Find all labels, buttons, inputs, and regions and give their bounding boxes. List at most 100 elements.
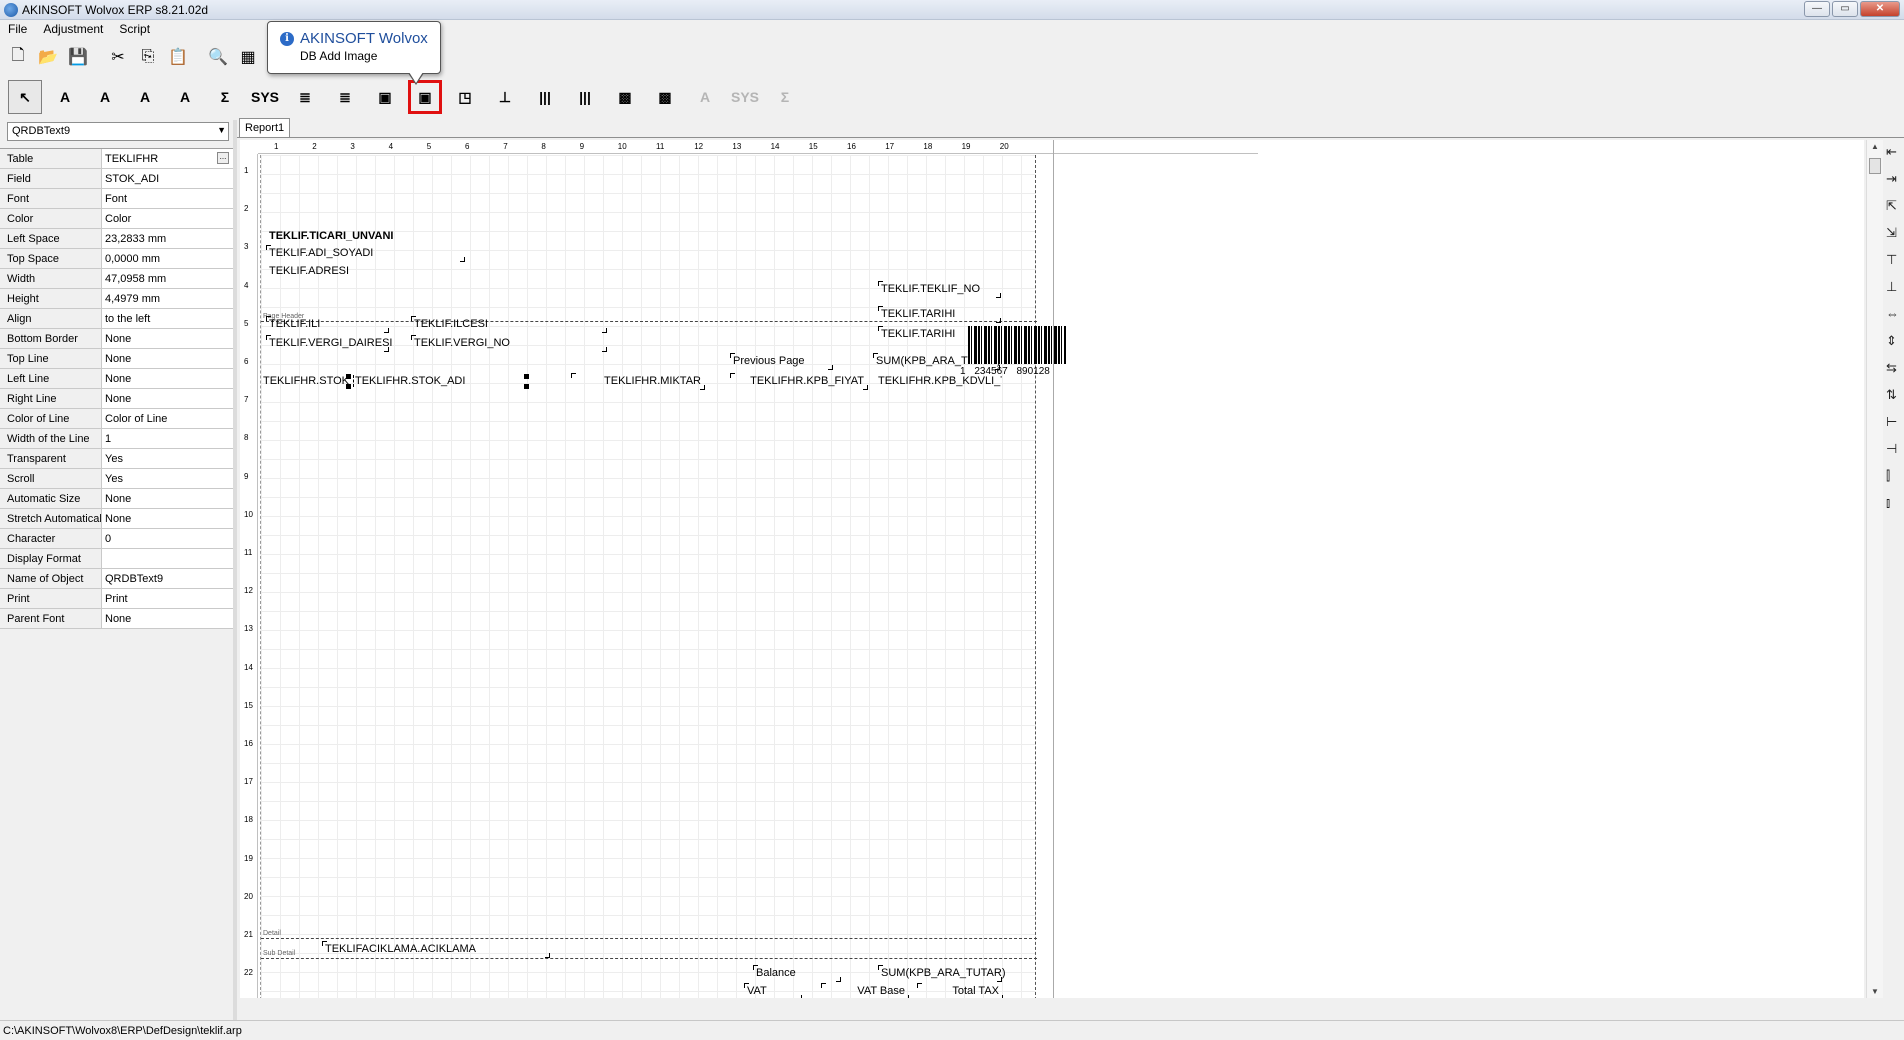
- property-value[interactable]: Yes: [102, 469, 233, 488]
- field-vergi-no[interactable]: TEKLIF.VERGI_NO: [411, 335, 607, 352]
- property-row[interactable]: Table TEKLIFHR...: [0, 149, 233, 169]
- property-value[interactable]: Yes: [102, 449, 233, 468]
- menu-adjustment[interactable]: Adjustment: [35, 20, 111, 39]
- report-page[interactable]: Page Header Detail Sub Detail TEKLIF.TIC…: [260, 155, 1037, 998]
- vertical-scrollbar[interactable]: ▲ ▼: [1866, 140, 1883, 998]
- field-total-tax[interactable]: Total TAX: [917, 983, 1003, 998]
- field-adresi[interactable]: TEKLIF.ADRESI: [268, 265, 349, 277]
- image-tool[interactable]: ▣: [368, 80, 402, 114]
- property-row[interactable]: Right Line None: [0, 389, 233, 409]
- property-row[interactable]: Scroll Yes: [0, 469, 233, 489]
- rich-text-tool[interactable]: A: [128, 80, 162, 114]
- field-balance[interactable]: Balance: [753, 965, 841, 982]
- copy-icon[interactable]: ⎘: [134, 43, 162, 71]
- db-barcode-tool[interactable]: |||: [568, 80, 602, 114]
- property-row[interactable]: Height 4,4979 mm: [0, 289, 233, 309]
- cut-icon[interactable]: ✂: [104, 43, 132, 71]
- field-aciklama[interactable]: TEKLIFACIKLAMA.ACIKLAMA: [322, 941, 550, 958]
- db-dm-barcode-tool[interactable]: ▩: [648, 80, 682, 114]
- align-tool-icon[interactable]: ⇤: [1886, 144, 1897, 160]
- property-value[interactable]: None: [102, 389, 233, 408]
- report-design-surface[interactable]: 1 2 3 4 5 6 7 8 9 10 11 12 13 14 15 16 17 18 19 20 12345678…: [240, 140, 1864, 998]
- selection-handle[interactable]: [524, 384, 529, 389]
- barcode-tool[interactable]: |||: [528, 80, 562, 114]
- expression-tool[interactable]: Σ: [208, 80, 242, 114]
- line-tool[interactable]: ⊥: [488, 80, 522, 114]
- property-row[interactable]: Width of the Line 1: [0, 429, 233, 449]
- property-value[interactable]: None: [102, 489, 233, 508]
- property-row[interactable]: Name of Object QRDBText9: [0, 569, 233, 589]
- field-stok-adi[interactable]: TEKLIFHR.STOK_ADI: [353, 375, 531, 387]
- property-value[interactable]: None: [102, 609, 233, 628]
- align-tool-icon[interactable]: ⫿: [1886, 468, 1890, 484]
- save-icon[interactable]: 💾: [64, 43, 92, 71]
- db-image-tool[interactable]: ▣: [408, 80, 442, 114]
- property-row[interactable]: Bottom Border None: [0, 329, 233, 349]
- selection-handle[interactable]: [346, 384, 351, 389]
- property-row[interactable]: Print Print: [0, 589, 233, 609]
- field-stok[interactable]: TEKLIFHR.STOK: [262, 375, 349, 387]
- preview-icon[interactable]: 🔍: [204, 43, 232, 71]
- align-tool-icon[interactable]: ⫾: [1886, 495, 1890, 511]
- text-tool[interactable]: A: [48, 80, 82, 114]
- db-memo-tool[interactable]: ≣: [328, 80, 362, 114]
- selection-handle[interactable]: [524, 374, 529, 379]
- property-row[interactable]: Left Space 23,2833 mm: [0, 229, 233, 249]
- property-value[interactable]: QRDBText9: [102, 569, 233, 588]
- property-value[interactable]: 0,0000 mm: [102, 249, 233, 268]
- close-button[interactable]: ✕: [1860, 1, 1900, 17]
- field-vat[interactable]: VAT: [744, 983, 802, 998]
- property-row[interactable]: Transparent Yes: [0, 449, 233, 469]
- open-icon[interactable]: 📂: [34, 43, 62, 71]
- property-row[interactable]: Automatic Size None: [0, 489, 233, 509]
- field-kpb-fiyat[interactable]: TEKLIFHR.KPB_FIYAT: [730, 373, 868, 390]
- ellipsis-button[interactable]: ...: [217, 152, 229, 164]
- paste-icon[interactable]: 📋: [164, 43, 192, 71]
- property-row[interactable]: Width 47,0958 mm: [0, 269, 233, 289]
- selection-handle[interactable]: [346, 374, 351, 379]
- field-ticari-unvani[interactable]: TEKLIF.TICARI_UNVANI: [268, 230, 393, 242]
- property-value[interactable]: None: [102, 509, 233, 528]
- property-value[interactable]: TEKLIFHR...: [102, 149, 233, 168]
- property-value[interactable]: STOK_ADI: [102, 169, 233, 188]
- property-value[interactable]: None: [102, 349, 233, 368]
- property-row[interactable]: Color of Line Color of Line: [0, 409, 233, 429]
- align-tool-icon[interactable]: ⇕: [1886, 333, 1897, 349]
- property-value[interactable]: to the left: [102, 309, 233, 328]
- property-value[interactable]: Color of Line: [102, 409, 233, 428]
- sys-data-tool[interactable]: SYS: [248, 80, 282, 114]
- band-detail[interactable]: Detail: [261, 322, 1037, 939]
- db-rich-text-tool[interactable]: A: [168, 80, 202, 114]
- property-value[interactable]: None: [102, 369, 233, 388]
- grid-icon[interactable]: ▦: [234, 43, 262, 71]
- align-tool-icon[interactable]: ⊤: [1886, 252, 1897, 268]
- pointer-tool[interactable]: ↖: [8, 80, 42, 114]
- property-row[interactable]: Character 0: [0, 529, 233, 549]
- property-row[interactable]: Top Space 0,0000 mm: [0, 249, 233, 269]
- property-value[interactable]: 4,4979 mm: [102, 289, 233, 308]
- property-value[interactable]: 0: [102, 529, 233, 548]
- property-row[interactable]: Align to the left: [0, 309, 233, 329]
- property-value[interactable]: 47,0958 mm: [102, 269, 233, 288]
- minimize-button[interactable]: —: [1804, 1, 1830, 17]
- memo-tool[interactable]: ≣: [288, 80, 322, 114]
- property-value[interactable]: [102, 549, 233, 568]
- field-tarihi-1[interactable]: TEKLIF.TARIHI: [878, 306, 1001, 323]
- field-vat-base[interactable]: VAT Base: [821, 983, 909, 998]
- new-icon[interactable]: 🗋: [4, 43, 32, 71]
- align-tool-icon[interactable]: ⊣: [1886, 441, 1897, 457]
- property-value[interactable]: Font: [102, 189, 233, 208]
- field-sum-ara-tutar-summary[interactable]: SUM(KPB_ARA_TUTAR): [878, 965, 1005, 982]
- dm-barcode-tool[interactable]: ▩: [608, 80, 642, 114]
- property-row[interactable]: Display Format: [0, 549, 233, 569]
- panel-splitter[interactable]: [233, 120, 237, 1020]
- menu-file[interactable]: File: [0, 20, 35, 39]
- property-row[interactable]: Field STOK_ADI: [0, 169, 233, 189]
- object-selector[interactable]: QRDBText9 ▼: [7, 122, 229, 141]
- shape-tool[interactable]: ◳: [448, 80, 482, 114]
- property-value[interactable]: 1: [102, 429, 233, 448]
- align-tool-icon[interactable]: ⇱: [1886, 198, 1897, 214]
- field-ili[interactable]: TEKLIF.ILI: [266, 316, 389, 333]
- barcode-object[interactable]: 1 234567 890128: [960, 326, 1066, 377]
- field-miktar[interactable]: TEKLIFHR.MIKTAR: [571, 373, 705, 390]
